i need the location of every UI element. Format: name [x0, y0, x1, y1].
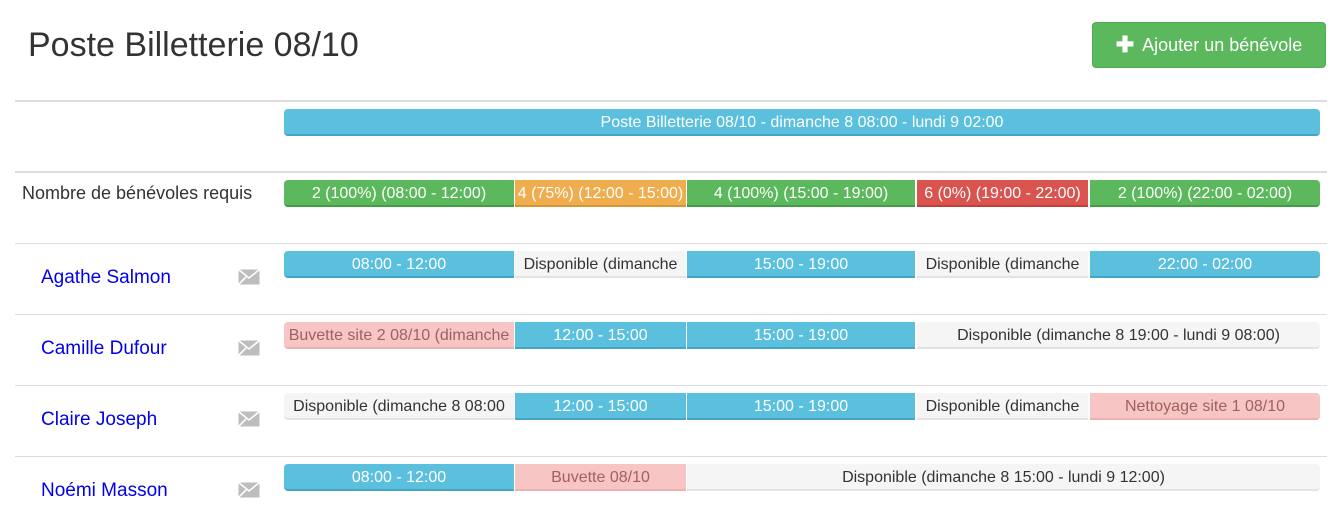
volunteer-link[interactable]: Camille Dufour — [41, 338, 167, 360]
divider — [15, 243, 1327, 244]
add-volunteer-button[interactable]: ✚ Ajouter un bénévole — [1092, 22, 1326, 68]
envelope-icon[interactable] — [238, 340, 260, 356]
required-slot[interactable]: 4 (75%) (12:00 - 15:00) — [515, 180, 686, 207]
envelope-icon[interactable] — [238, 269, 260, 285]
envelope-icon[interactable] — [238, 482, 260, 498]
availability-slot[interactable]: Disponible (dimanche — [917, 251, 1088, 278]
other-post-slot[interactable]: Nettoyage site 1 08/10 — [1090, 393, 1320, 420]
assigned-slot[interactable]: 08:00 - 12:00 — [284, 464, 514, 491]
required-slot[interactable]: 6 (0%) (19:00 - 22:00) — [917, 180, 1088, 207]
divider — [15, 171, 1327, 173]
other-post-slot[interactable]: Buvette site 2 08/10 (dimanche — [284, 322, 514, 349]
availability-slot[interactable]: Disponible (dimanche 8 15:00 - lundi 9 1… — [687, 464, 1320, 491]
divider — [15, 100, 1327, 102]
page-title: Poste Billetterie 08/10 — [28, 26, 359, 64]
availability-slot[interactable]: Disponible (dimanche — [917, 393, 1088, 420]
volunteer-link[interactable]: Noémi Masson — [41, 480, 168, 502]
assigned-slot[interactable]: 08:00 - 12:00 — [284, 251, 514, 278]
volunteer-link[interactable]: Agathe Salmon — [41, 267, 171, 289]
envelope-icon[interactable] — [238, 411, 260, 427]
assigned-slot[interactable]: 15:00 - 19:00 — [687, 322, 915, 349]
availability-slot[interactable]: Disponible (dimanche 8 19:00 - lundi 9 0… — [917, 322, 1320, 349]
add-volunteer-label: Ajouter un bénévole — [1142, 34, 1303, 55]
required-volunteers-label: Nombre de bénévoles requis — [22, 183, 253, 203]
required-slot[interactable]: 2 (100%) (22:00 - 02:00) — [1090, 180, 1320, 207]
required-slot[interactable]: 2 (100%) (08:00 - 12:00) — [284, 180, 514, 207]
assigned-slot[interactable]: 15:00 - 19:00 — [687, 393, 915, 420]
divider — [15, 314, 1327, 315]
assigned-slot[interactable]: 22:00 - 02:00 — [1090, 251, 1320, 278]
volunteer-link[interactable]: Claire Joseph — [41, 409, 157, 431]
divider — [15, 385, 1327, 386]
assigned-slot[interactable]: 12:00 - 15:00 — [515, 393, 686, 420]
plus-icon: ✚ — [1115, 32, 1135, 57]
assigned-slot[interactable]: 15:00 - 19:00 — [687, 251, 915, 278]
other-post-slot[interactable]: Buvette 08/10 — [515, 464, 686, 491]
poste-timeline-bar[interactable]: Poste Billetterie 08/10 - dimanche 8 08:… — [284, 109, 1320, 136]
availability-slot[interactable]: Disponible (dimanche 8 08:00 — [284, 393, 514, 420]
availability-slot[interactable]: Disponible (dimanche — [515, 251, 686, 278]
assigned-slot[interactable]: 12:00 - 15:00 — [515, 322, 686, 349]
required-slot[interactable]: 4 (100%) (15:00 - 19:00) — [687, 180, 915, 207]
divider — [15, 456, 1327, 457]
